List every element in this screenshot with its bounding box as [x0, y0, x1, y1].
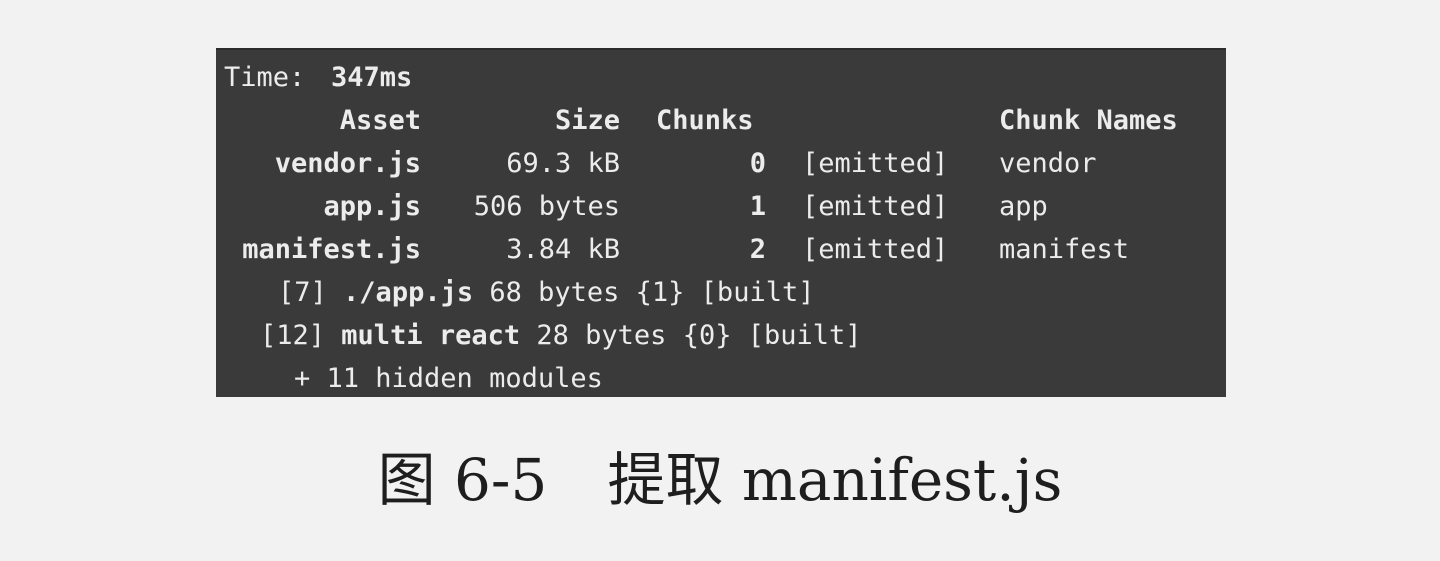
module-id: [7]: [278, 277, 327, 308]
table-row: vendor.js 69.3 kB 0 [emitted] vendor: [216, 142, 1226, 185]
table-header: Asset Size Chunks Chunk Names: [216, 99, 1226, 142]
header-chunk-names: Chunk Names: [999, 105, 1178, 136]
module-line: [7] ./app.js 68 bytes {1} [built]: [278, 271, 814, 314]
module-keyword: multi: [341, 320, 423, 351]
module-info: 28 bytes {0} [built]: [536, 320, 862, 351]
module-info: 68 bytes {1} [built]: [489, 277, 815, 308]
asset-size: 3.84 kB: [506, 234, 620, 265]
hidden-modules: + 11 hidden modules: [294, 363, 603, 394]
header-size: Size: [554, 105, 620, 136]
asset-name: vendor.js: [274, 148, 421, 179]
module-name: react: [438, 320, 521, 351]
asset-name: manifest.js: [242, 234, 421, 265]
figure-number: 图 6-5: [377, 446, 548, 514]
time-value: 347ms: [331, 62, 413, 93]
module-id: [12]: [260, 320, 326, 351]
chunk-id: 0: [749, 148, 766, 179]
header-chunks: Chunks: [656, 105, 754, 136]
module-name: ./app.js: [343, 277, 474, 308]
emitted-status: [emitted]: [802, 148, 949, 179]
asset-size: 69.3 kB: [506, 148, 620, 179]
chunk-id: 1: [749, 191, 766, 222]
chunk-name: app: [999, 191, 1048, 222]
header-asset: Asset: [339, 105, 421, 136]
time-label: Time:: [224, 62, 322, 93]
chunk-name: manifest: [999, 234, 1130, 265]
figure-title: 提取 manifest.js: [607, 446, 1063, 514]
emitted-status: [emitted]: [802, 191, 949, 222]
time-line: Time: 347ms: [216, 56, 412, 99]
asset-size: 506 bytes: [473, 191, 620, 222]
terminal-output: Time: 347ms Asset Size Chunks Chunk Name…: [216, 48, 1226, 397]
table-row: manifest.js 3.84 kB 2 [emitted] manifest: [216, 228, 1226, 271]
chunk-name: vendor: [999, 148, 1097, 179]
chunk-id: 2: [749, 234, 766, 265]
module-line: [12] multi react 28 bytes {0} [built]: [260, 314, 862, 357]
table-row: app.js 506 bytes 1 [emitted] app: [216, 185, 1226, 228]
figure-caption: 图 6-5 提取 manifest.js: [0, 440, 1440, 520]
emitted-status: [emitted]: [802, 234, 949, 265]
asset-name: app.js: [323, 191, 421, 222]
